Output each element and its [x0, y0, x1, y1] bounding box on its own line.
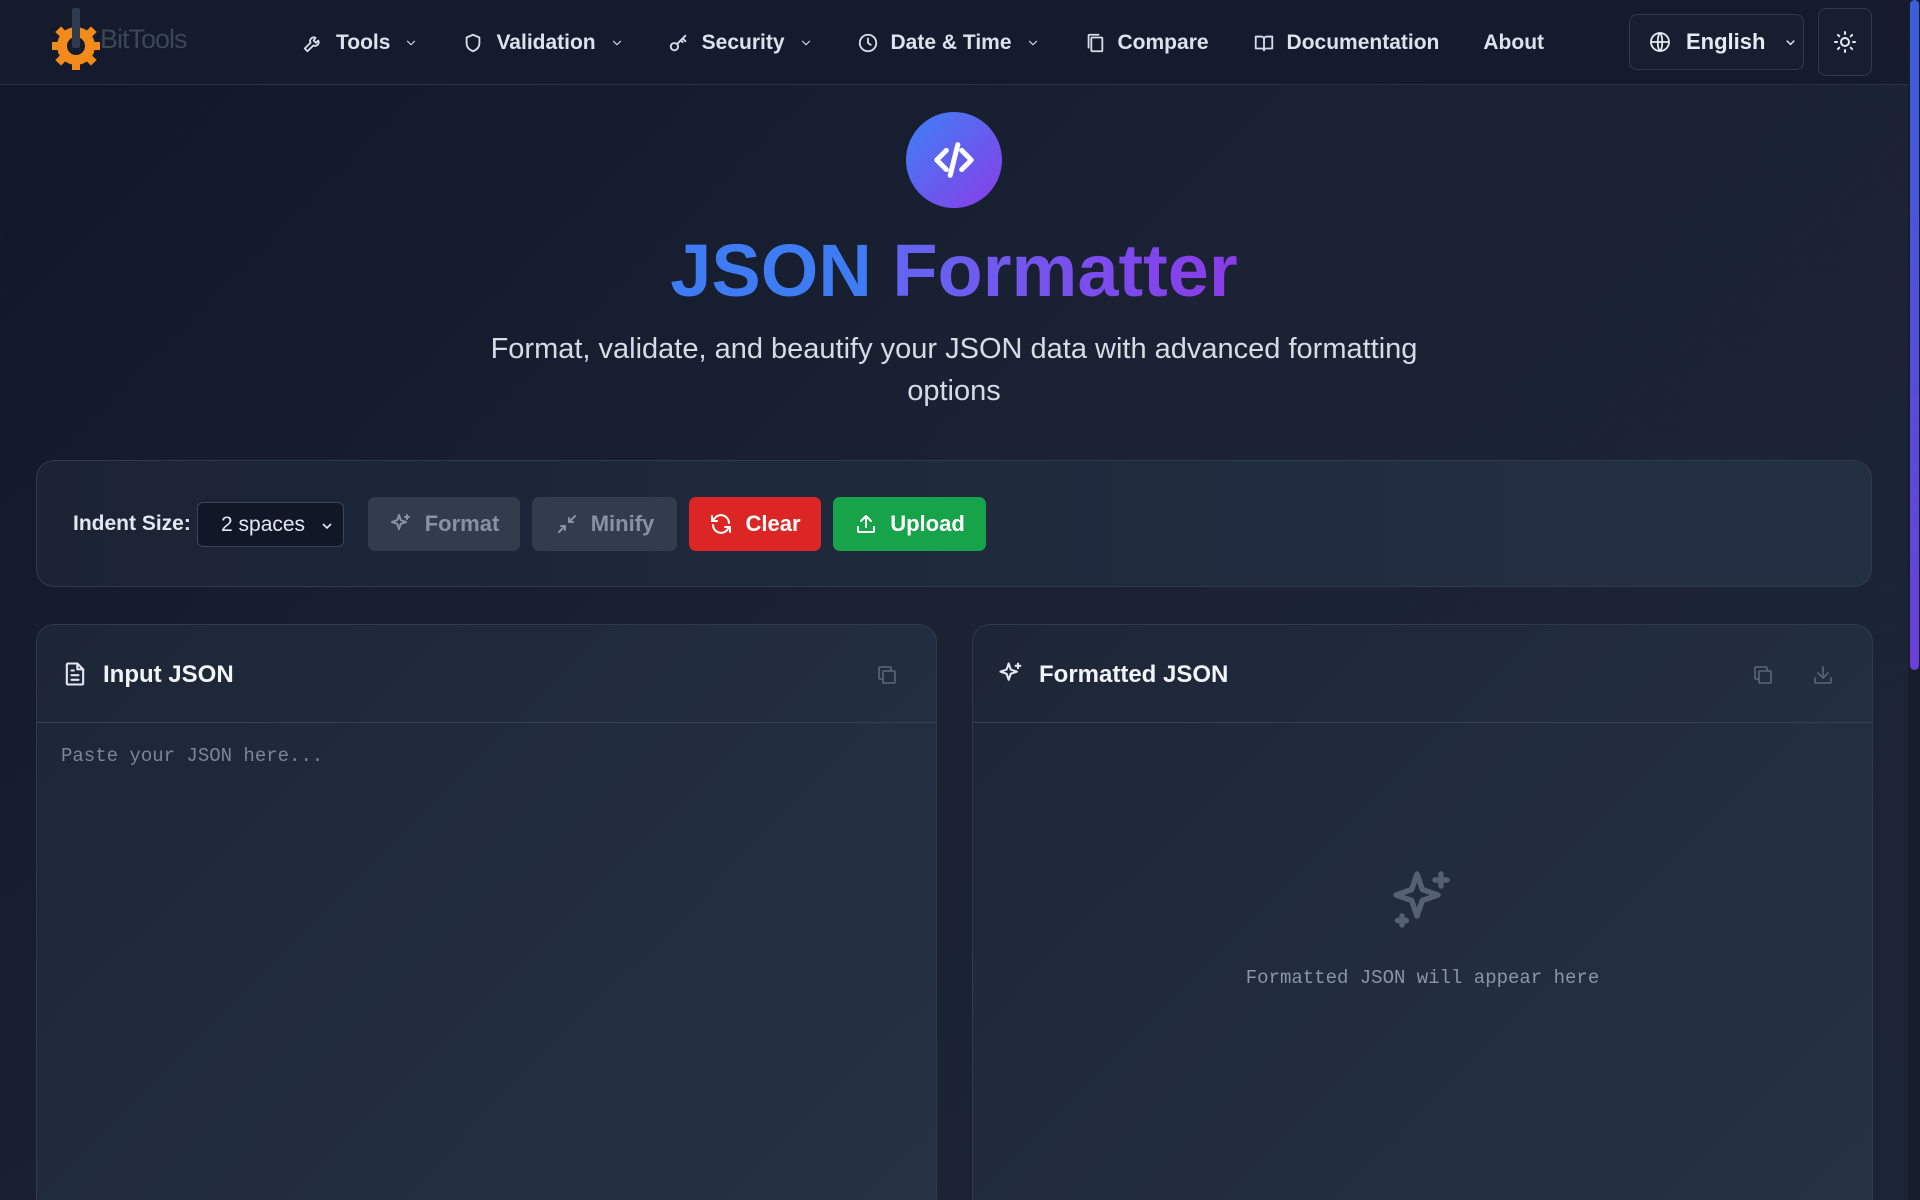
- page-title: JSON Formatter: [0, 226, 1908, 316]
- format-button[interactable]: Format: [368, 497, 520, 551]
- page-title-part2: Formatter: [892, 229, 1238, 312]
- refresh-icon: [711, 514, 732, 534]
- chevron-down-icon: [1028, 40, 1037, 45]
- input-json-panel: Input JSON: [36, 624, 937, 1200]
- clear-button-label: Clear: [745, 511, 801, 536]
- sparkles-icon: [999, 662, 1022, 681]
- nav-item-label: Date & Time: [890, 30, 1012, 54]
- nav-item-about[interactable]: About: [1483, 21, 1566, 65]
- language-label: English: [1686, 29, 1766, 54]
- chevron-down-icon: [322, 523, 332, 530]
- formatter-toolbar: Indent Size: 2 spaces Format Minify Clea…: [36, 460, 1872, 587]
- chevron-down-icon: [612, 40, 621, 45]
- nav-item-date-time[interactable]: Date & Time: [857, 21, 1062, 65]
- page-scrollbar-thumb[interactable]: [1910, 0, 1919, 670]
- sun-icon: [1834, 31, 1856, 53]
- nav-item-validation[interactable]: Validation: [462, 21, 645, 65]
- globe-icon: [1650, 32, 1670, 52]
- code-icon: [934, 142, 974, 178]
- shield-icon: [466, 33, 481, 52]
- nav-item-compare[interactable]: Compare: [1084, 21, 1231, 65]
- page-subtitle: Format, validate, and beautify your JSON…: [490, 333, 1418, 407]
- nav-item-label: Compare: [1117, 30, 1209, 54]
- nav-item-label: Tools: [336, 30, 391, 54]
- chevron-down-icon: [801, 40, 810, 45]
- nav-item-security[interactable]: Security: [668, 21, 835, 65]
- output-panel-title: Formatted JSON: [1039, 661, 1229, 688]
- clear-button[interactable]: Clear: [689, 497, 821, 551]
- output-empty-state-text: Formatted JSON will appear here: [1245, 967, 1600, 989]
- nav-item-documentation[interactable]: Documentation: [1253, 21, 1462, 65]
- language-selector[interactable]: English: [1629, 14, 1804, 70]
- nav-item-label: About: [1483, 30, 1545, 54]
- theme-toggle-button[interactable]: [1818, 8, 1872, 76]
- copy-files-icon: [1087, 33, 1103, 52]
- book-icon: [1254, 35, 1273, 51]
- upload-button-label: Upload: [890, 511, 965, 536]
- top-header: BitTools Tools Validation Security Date …: [0, 0, 1920, 85]
- copy-icon[interactable]: [1751, 663, 1775, 687]
- chevron-down-icon: [407, 40, 416, 45]
- nav-item-label: Security: [701, 30, 785, 54]
- key-icon: [669, 34, 686, 51]
- minify-button[interactable]: Minify: [532, 497, 677, 551]
- chevron-down-icon: [1786, 39, 1796, 45]
- sparkles-placeholder-icon: [1393, 871, 1450, 928]
- brand-logo[interactable]: BitTools: [48, 4, 208, 74]
- hero-code-badge: [906, 112, 1002, 208]
- upload-icon: [857, 515, 876, 533]
- minify-button-label: Minify: [590, 511, 655, 536]
- download-icon[interactable]: [1811, 663, 1835, 687]
- indent-size-value: 2 spaces: [221, 512, 306, 536]
- minimize-arrows-icon: [557, 515, 576, 533]
- main-nav: Tools Validation Security Date & Time Co…: [302, 0, 1588, 85]
- sparkles-icon: [390, 514, 410, 530]
- nav-item-label: Documentation: [1286, 30, 1440, 54]
- nav-item-label: Validation: [496, 30, 596, 54]
- nav-item-tools[interactable]: Tools: [302, 21, 440, 65]
- output-panel-header: Formatted JSON: [973, 625, 1872, 723]
- indent-size-select[interactable]: 2 spaces: [197, 502, 344, 547]
- input-panel-header: Input JSON: [37, 625, 936, 723]
- input-panel-title: Input JSON: [103, 661, 234, 688]
- json-input-textarea[interactable]: [37, 723, 936, 1200]
- page-title-part1: JSON: [670, 229, 872, 312]
- wrench-icon: [303, 35, 320, 52]
- format-button-label: Format: [424, 511, 500, 536]
- indent-size-label: Indent Size:: [73, 512, 191, 535]
- formatted-json-panel: Formatted JSON Formatted JSON will appea…: [972, 624, 1873, 1200]
- upload-button[interactable]: Upload: [833, 497, 986, 551]
- clock-icon: [858, 33, 877, 52]
- brand-name: BitTools: [100, 23, 188, 54]
- copy-icon[interactable]: [875, 663, 899, 687]
- file-text-icon: [65, 662, 85, 686]
- gear-logo-icon: [52, 8, 100, 70]
